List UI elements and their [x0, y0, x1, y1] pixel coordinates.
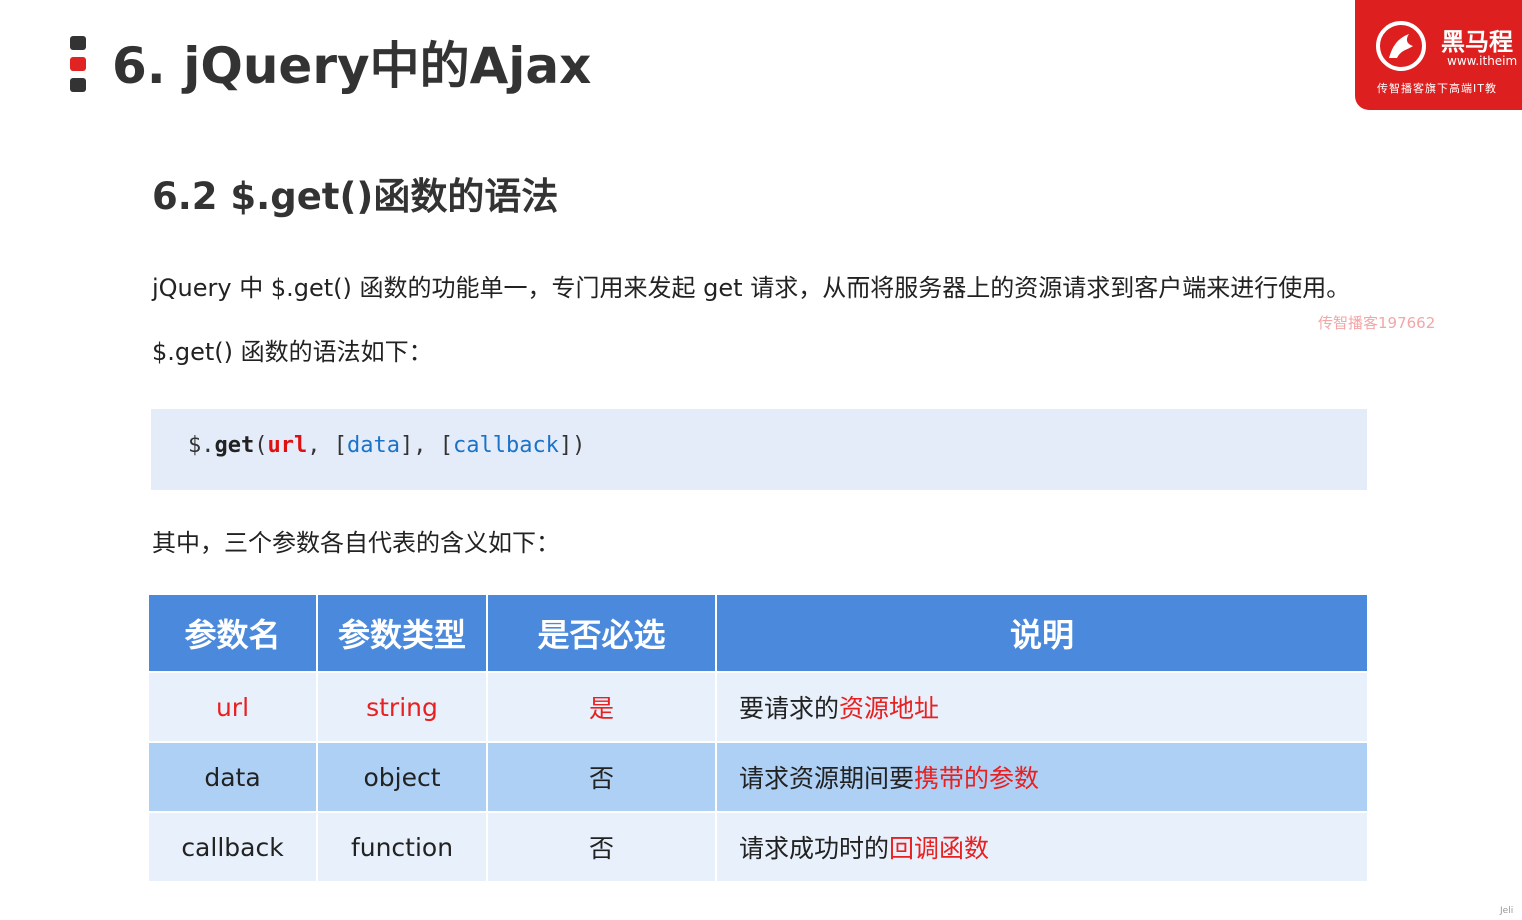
code-separator-2: ], [: [399, 433, 453, 458]
cell-param-name: callback: [149, 813, 316, 881]
code-method: get: [214, 433, 255, 458]
brand-logo: 黑马程 www.itheim 传智播客旗下高端IT教: [1355, 0, 1522, 110]
code-required-param: url: [267, 433, 308, 458]
desc-highlight: 携带的参数: [914, 764, 1040, 793]
code-open-paren: (: [254, 433, 268, 458]
desc-plain: 请求资源期间要: [739, 764, 915, 793]
syntax-intro: $.get() 函数的语法如下：: [152, 338, 433, 366]
logo-tagline: 传智播客旗下高端IT教: [1377, 82, 1497, 95]
code-line: $.get(url, [data], [callback]): [188, 433, 585, 458]
desc-highlight: 回调函数: [889, 834, 990, 863]
desc-plain: 请求成功时的: [739, 834, 890, 863]
cell-param-name: data: [149, 743, 316, 811]
cell-description: 要请求的资源地址: [717, 673, 1367, 741]
table-row: callback function 否 请求成功时的回调函数: [149, 813, 1367, 881]
section-marker-icon: [70, 36, 86, 94]
cell-required: 否: [488, 743, 715, 811]
table-header-row: 参数名 参数类型 是否必选 说明: [149, 595, 1367, 671]
cell-required: 否: [488, 813, 715, 881]
header-required: 是否必选: [488, 595, 715, 671]
cell-param-name: url: [149, 673, 316, 741]
logo-name: 黑马程: [1441, 28, 1513, 56]
cell-description: 请求成功时的回调函数: [717, 813, 1367, 881]
cell-param-type: string: [318, 673, 486, 741]
horse-logo-icon: [1376, 21, 1426, 71]
params-table: 参数名 参数类型 是否必选 说明 url string 是 要请求的资源地址 d…: [147, 593, 1369, 883]
table-row: url string 是 要请求的资源地址: [149, 673, 1367, 741]
code-optional-param-callback: callback: [452, 433, 559, 458]
header-param-name: 参数名: [149, 595, 316, 671]
code-separator-1: , [: [307, 433, 347, 458]
intro-paragraph: jQuery 中 $.get() 函数的功能单一，专门用来发起 get 请求，从…: [152, 274, 1351, 302]
desc-highlight: 资源地址: [839, 694, 940, 723]
code-optional-param-data: data: [347, 433, 400, 458]
section-subtitle: 6.2 $.get()函数的语法: [152, 175, 559, 218]
code-close: ]): [558, 433, 586, 458]
cell-description: 请求资源期间要携带的参数: [717, 743, 1367, 811]
cell-param-type: function: [318, 813, 486, 881]
desc-plain: 要请求的: [739, 694, 840, 723]
header-description: 说明: [717, 595, 1367, 671]
corner-text: Jeli: [1500, 906, 1514, 916]
watermark-text: 传智播客197662: [1318, 314, 1436, 332]
header-param-type: 参数类型: [318, 595, 486, 671]
table-row: data object 否 请求资源期间要携带的参数: [149, 743, 1367, 811]
code-block: $.get(url, [data], [callback]): [151, 409, 1367, 490]
page-title: 6. jQuery中的Ajax: [112, 37, 592, 95]
code-prefix: $.: [188, 433, 215, 458]
cell-required: 是: [488, 673, 715, 741]
cell-param-type: object: [318, 743, 486, 811]
params-intro: 其中，三个参数各自代表的含义如下：: [152, 529, 560, 557]
logo-url: www.itheim: [1447, 54, 1518, 68]
